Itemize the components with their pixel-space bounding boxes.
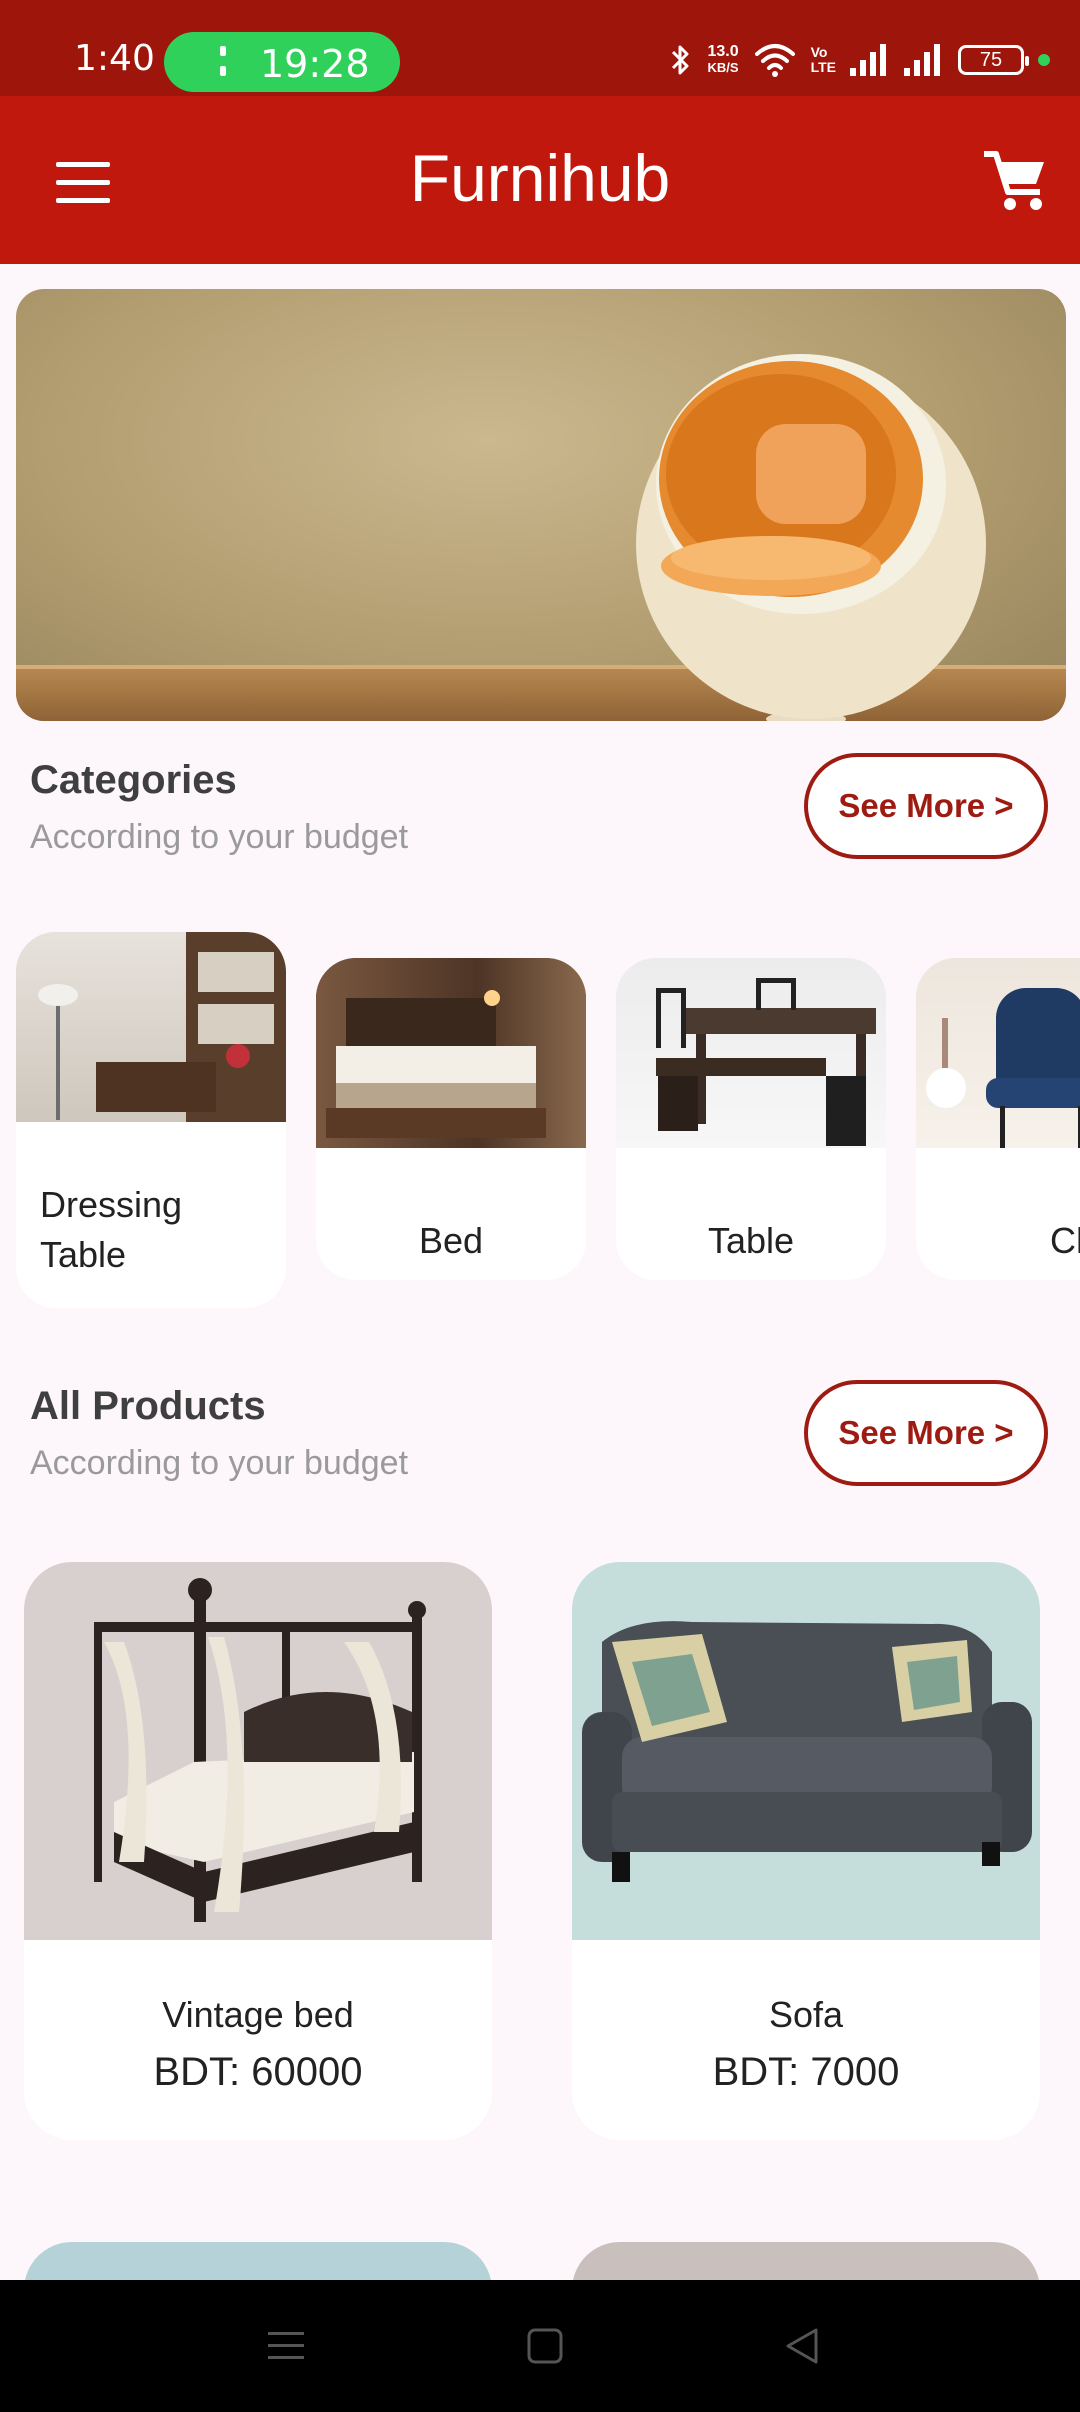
- categories-see-more-button[interactable]: See More >: [804, 753, 1048, 859]
- shopping-cart-icon[interactable]: [980, 146, 1050, 216]
- categories-subtitle: According to your budget: [30, 818, 409, 856]
- status-time: 1:40: [74, 38, 155, 79]
- app-title: Furnihub: [409, 141, 671, 215]
- category-image-bed: [316, 958, 586, 1148]
- canopy-bed-image: [94, 1578, 426, 1922]
- category-label: Chai: [1049, 1220, 1080, 1261]
- battery-level: 75: [979, 48, 1003, 71]
- product-image-sofa: [572, 1562, 1040, 1940]
- egg-chair-image: [636, 354, 986, 721]
- category-image-chair: [916, 958, 1080, 1148]
- category-label: Bed: [418, 1220, 484, 1261]
- category-image-table: [616, 958, 886, 1148]
- status-bar: 1:40 19:28 13.0 KB/S Vo LTE 75: [0, 0, 1080, 96]
- hero-banner-image[interactable]: [16, 289, 1066, 721]
- category-label: Table: [707, 1220, 795, 1261]
- categories-title: Categories: [30, 758, 237, 802]
- category-card-chair[interactable]: Chai: [916, 958, 1080, 1280]
- wifi-icon: [754, 44, 795, 77]
- product-name: Vintage bed: [162, 1994, 354, 2035]
- call-indicator-icon: [220, 46, 226, 78]
- home-icon[interactable]: [515, 2316, 575, 2376]
- volte-bottom: LTE: [810, 59, 836, 75]
- product-name: Sofa: [768, 1994, 844, 2035]
- products-see-more-button[interactable]: See More >: [804, 1380, 1048, 1486]
- network-speed-value: 13.0: [707, 43, 739, 60]
- app-bar: Furnihub: [0, 96, 1080, 264]
- products-title: All Products: [30, 1384, 266, 1428]
- volte-indicator: Vo LTE: [811, 45, 836, 75]
- category-card-dressing-table[interactable]: Dressing Table: [16, 932, 286, 1308]
- signal-icon: [850, 44, 890, 76]
- product-price: BDT: 60000: [153, 2050, 363, 2094]
- category-label: Dressing Table: [40, 1184, 183, 1275]
- category-card-bed[interactable]: Bed: [316, 958, 586, 1280]
- volte-top: Vo: [810, 44, 828, 60]
- product-price: BDT: 7000: [712, 2050, 900, 2094]
- back-icon[interactable]: [772, 2316, 832, 2376]
- products-subtitle: According to your budget: [30, 1444, 409, 1482]
- system-navigation-bar: [0, 2280, 1080, 2412]
- product-card-vintage-bed[interactable]: Vintage bed BDT: 60000: [24, 1562, 492, 2140]
- call-timer: 19:28: [260, 42, 370, 86]
- privacy-indicator-icon: [1038, 54, 1050, 66]
- category-card-table[interactable]: Table: [616, 958, 886, 1280]
- signal-icon-sim2: [904, 44, 944, 76]
- product-image-vintage-bed: [24, 1562, 492, 1940]
- status-icons: 13.0 KB/S Vo LTE 75: [669, 40, 1050, 80]
- category-image-dressing-table: [16, 932, 286, 1122]
- bluetooth-icon: [672, 45, 689, 75]
- battery-icon: 75: [958, 45, 1029, 75]
- product-card-sofa[interactable]: Sofa BDT: 7000: [572, 1562, 1040, 2140]
- sofa-image: [582, 1621, 1032, 1882]
- ongoing-call-pill[interactable]: 19:28: [164, 32, 400, 92]
- network-speed: 13.0 KB/S: [707, 44, 738, 76]
- network-speed-unit: KB/S: [707, 60, 739, 75]
- recents-icon[interactable]: [256, 2316, 316, 2376]
